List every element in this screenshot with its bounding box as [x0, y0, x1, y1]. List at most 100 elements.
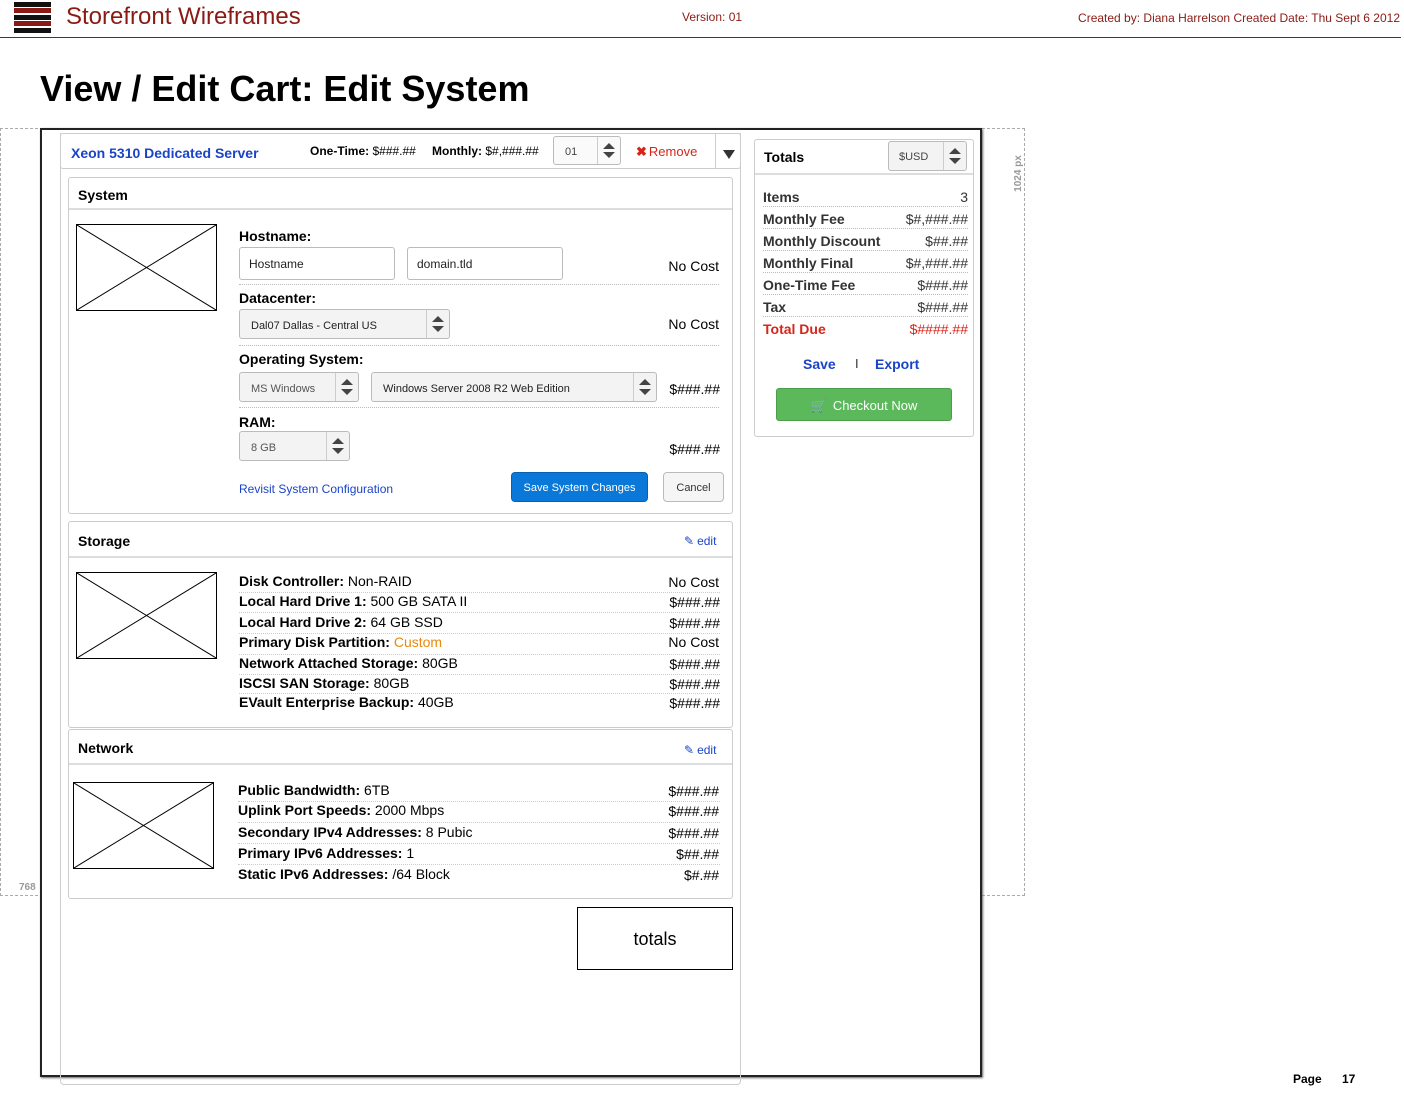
row-cost: $#.## — [683, 867, 719, 883]
row-cost: $###.## — [668, 803, 719, 819]
revisit-configuration-link[interactable]: Revisit System Configuration — [239, 482, 393, 496]
chevron-down-icon — [723, 150, 735, 159]
totals-value: 3 — [960, 189, 968, 205]
product-name-link[interactable]: Xeon 5310 Dedicated Server — [71, 145, 259, 161]
row-label: Secondary IPv4 Addresses: — [238, 824, 422, 840]
pencil-icon: ✎ — [684, 743, 695, 757]
storage-row-evault: EVault Enterprise Backup: 40GB $###.## — [239, 694, 720, 714]
totals-label: One-Time Fee — [763, 277, 856, 293]
image-placeholder — [73, 782, 214, 869]
network-row-ipv4: Secondary IPv4 Addresses: 8 Pubic $###.#… — [238, 823, 720, 844]
domain-input[interactable]: domain.tld — [407, 247, 563, 280]
close-icon: ✖ — [636, 144, 647, 159]
os-version-value: Windows Server 2008 R2 Web Edition — [383, 383, 570, 395]
row-cost: $###.## — [668, 783, 719, 799]
row-cost: $###.## — [668, 825, 719, 841]
row-cost: $###.## — [669, 656, 720, 672]
row-value: 40GB — [417, 694, 454, 710]
row-value: 80GB — [373, 675, 410, 691]
export-cart-link[interactable]: Export — [875, 356, 919, 372]
row-cost: No Cost — [668, 574, 719, 590]
quantity-stepper[interactable]: 01 — [553, 136, 621, 165]
select-arrows-icon — [335, 373, 358, 401]
storage-row-disk-controller: Disk Controller: Non-RAID No Cost — [239, 573, 720, 593]
row-divider — [239, 284, 719, 285]
row-value: Non-RAID — [347, 573, 412, 589]
panel-divider — [69, 208, 732, 210]
image-placeholder — [76, 224, 217, 311]
storage-row-hard-drive-1: Local Hard Drive 1: 500 GB SATA II $###.… — [239, 593, 720, 613]
app-title: Storefront Wireframes — [66, 3, 301, 30]
created-info: Created by: Diana Harrelson Created Date… — [1078, 11, 1400, 25]
row-value: 80GB — [422, 655, 458, 671]
header-divider — [0, 37, 1401, 38]
os-family-select[interactable]: MS Windows — [239, 372, 359, 402]
app-logo — [14, 2, 51, 33]
monthly-price: Monthly: $#,###.## — [432, 144, 539, 158]
totals-label: Monthly Discount — [763, 233, 881, 249]
image-placeholder — [76, 572, 217, 659]
currency-select[interactable]: $USD — [888, 141, 967, 171]
checkout-button[interactable]: 🛒 Checkout Now — [776, 388, 952, 421]
row-value[interactable]: Custom — [394, 634, 442, 650]
hostname-input[interactable]: Hostname — [239, 247, 395, 280]
monthly-value: $#,###.## — [485, 144, 539, 158]
onetime-value: $###.## — [372, 144, 416, 158]
network-edit-link[interactable]: ✎ edit — [684, 743, 716, 757]
totals-label: Items — [763, 189, 800, 205]
monthly-label: Monthly: — [432, 144, 482, 158]
row-cost: $##.## — [676, 846, 719, 862]
page-title: View / Edit Cart: Edit System — [40, 68, 530, 109]
panel-divider — [755, 173, 973, 175]
guide-width-label: 1024 px — [1012, 155, 1024, 192]
storage-row-disk-partition: Primary Disk Partition: Custom No Cost — [239, 634, 720, 655]
save-system-changes-button[interactable]: Save System Changes — [511, 472, 648, 502]
row-value: 1 — [406, 845, 415, 861]
row-value: 500 GB SATA II — [370, 593, 468, 609]
ram-select[interactable]: 8 GB — [239, 431, 350, 461]
os-version-select[interactable]: Windows Server 2008 R2 Web Edition — [371, 372, 657, 402]
totals-label: Tax — [763, 299, 787, 315]
remove-label: Remove — [648, 144, 698, 159]
page-label: Page — [1293, 1072, 1322, 1086]
network-row-uplink: Uplink Port Speeds: 2000 Mbps $###.## — [238, 802, 720, 823]
stepper-arrows-icon[interactable] — [597, 137, 620, 164]
cart-icon: 🛒 — [810, 398, 827, 413]
row-label: Network Attached Storage: — [239, 655, 419, 671]
datacenter-cost: No Cost — [668, 316, 719, 332]
totals-value: $##.## — [925, 233, 968, 249]
totals-value: $#,###.## — [905, 255, 968, 271]
page-number: 17 — [1342, 1072, 1356, 1086]
os-family-value: MS Windows — [251, 383, 316, 395]
row-value: 64 GB SSD — [370, 614, 443, 630]
storage-edit-link[interactable]: ✎ edit — [684, 534, 716, 548]
row-label: Primary IPv6 Addresses: — [238, 845, 403, 861]
network-row-static-ipv6: Static IPv6 Addresses: /64 Block $#.## — [238, 865, 720, 886]
guide-height-label: 768 — [19, 882, 36, 893]
storage-row-nas: Network Attached Storage: 80GB $###.## — [239, 655, 720, 675]
remove-button[interactable]: ✖ Remove — [636, 144, 697, 160]
totals-placeholder: totals — [577, 907, 733, 970]
row-divider — [239, 345, 719, 346]
datacenter-select[interactable]: Dal07 Dallas - Central US — [239, 309, 450, 339]
row-cost: $###.## — [669, 615, 720, 631]
row-value: 6TB — [364, 782, 390, 798]
row-value: 8 Pubic — [425, 824, 473, 840]
select-arrows-icon — [426, 310, 449, 338]
row-label: Uplink Port Speeds: — [238, 802, 372, 818]
totals-value: $####.## — [909, 321, 968, 337]
edit-label: edit — [697, 534, 717, 548]
totals-row-tax: Tax $###.## — [763, 295, 968, 317]
panel-divider — [69, 556, 732, 558]
version-label: Version: 01 — [682, 10, 743, 24]
network-list: Public Bandwidth: 6TB $###.## Uplink Por… — [238, 782, 720, 886]
save-cart-link[interactable]: Save — [803, 356, 836, 372]
os-cost: $###.## — [669, 381, 720, 397]
hostname-cost: No Cost — [668, 258, 719, 274]
cancel-button[interactable]: Cancel — [663, 472, 724, 502]
row-label: ISCSI SAN Storage: — [239, 675, 370, 691]
select-arrows-icon — [326, 432, 349, 460]
checkout-label: Checkout Now — [832, 398, 918, 413]
collapse-toggle[interactable] — [715, 133, 741, 169]
network-title: Network — [78, 740, 134, 756]
